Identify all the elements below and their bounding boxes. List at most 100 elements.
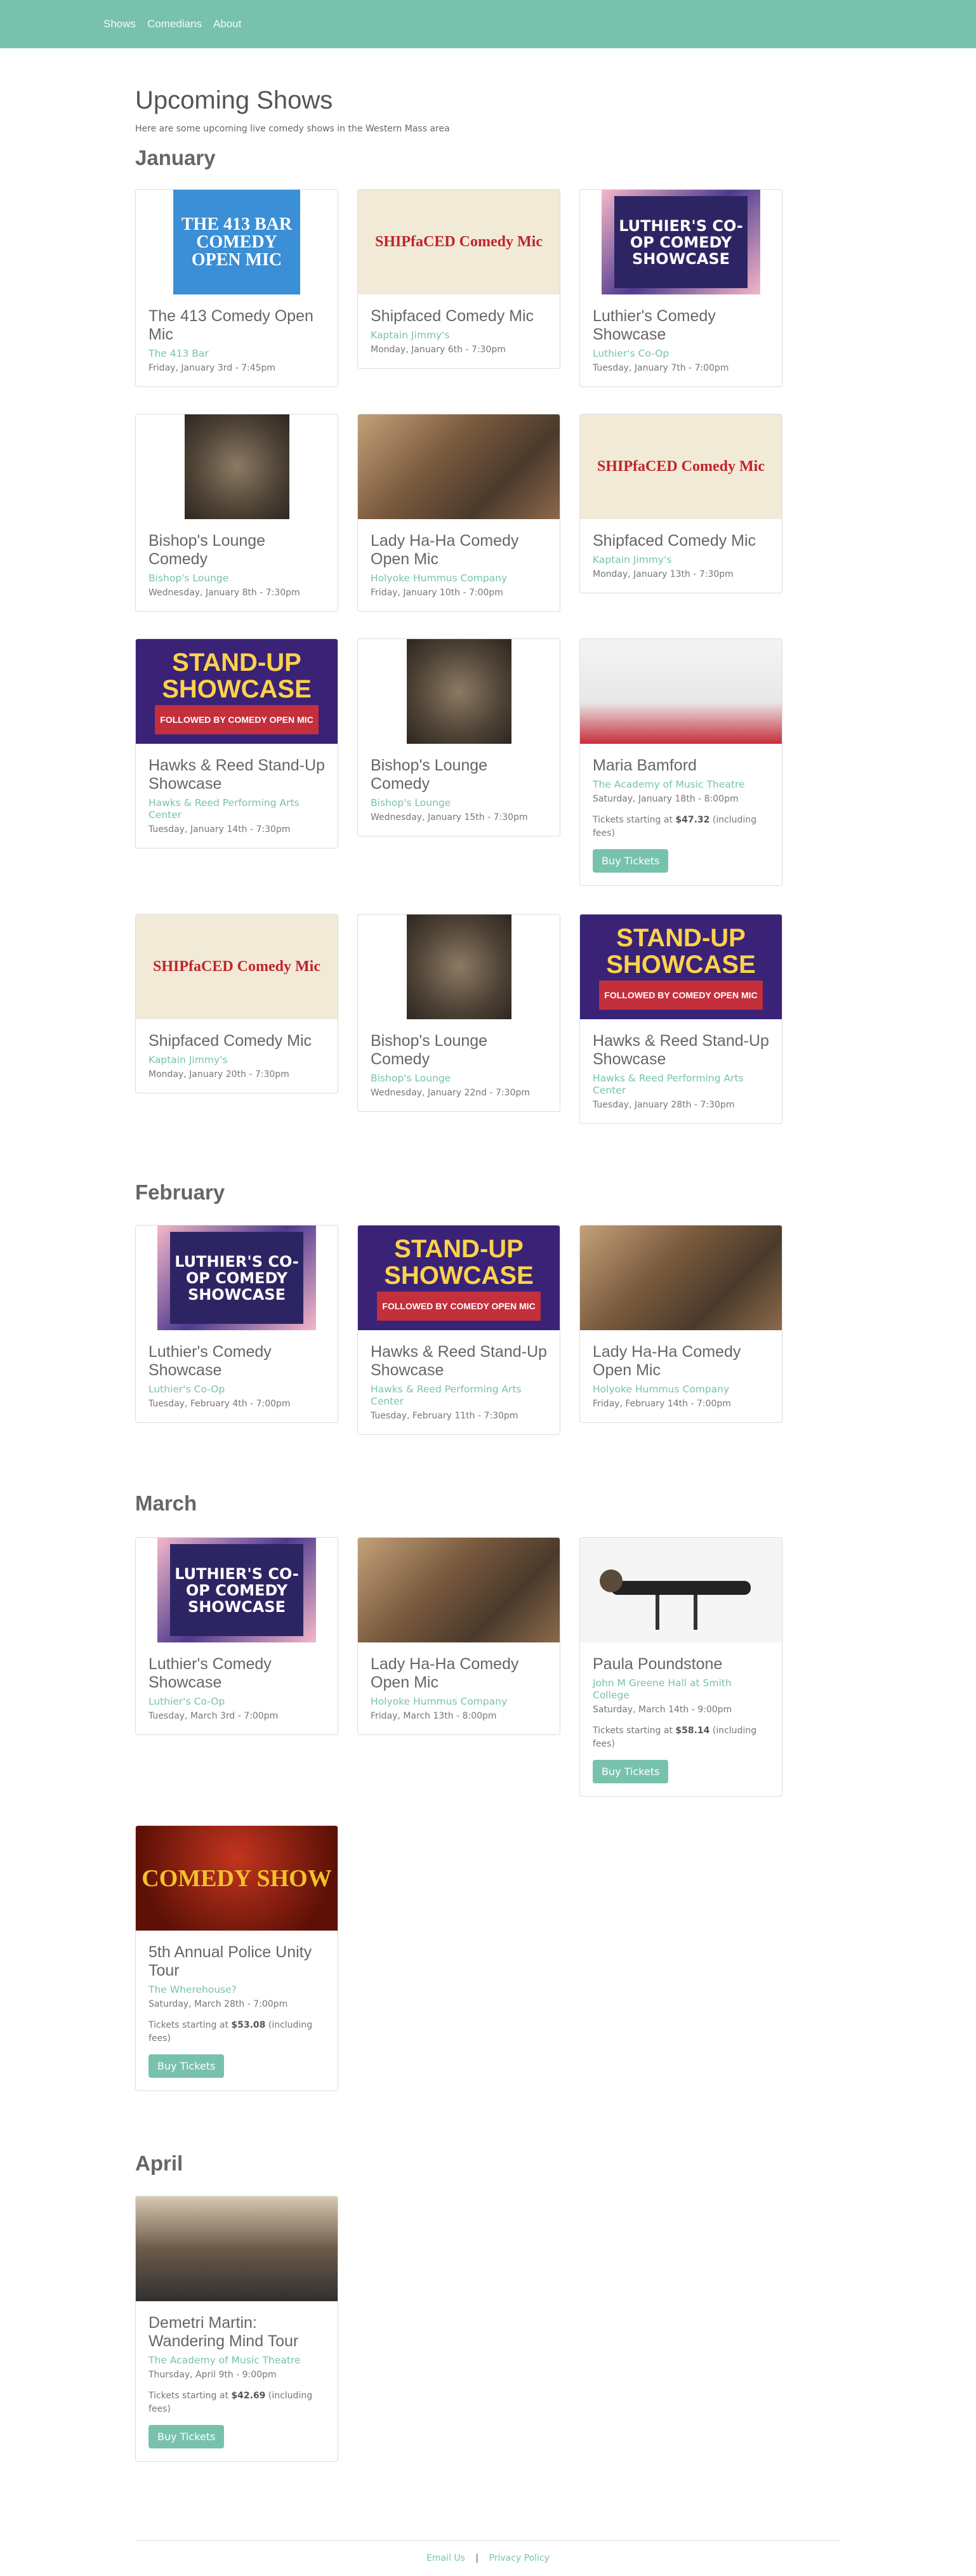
show-card: Lady Ha-Ha Comedy Open Mic Holyoke Hummu… (357, 1537, 560, 1735)
show-title[interactable]: The 413 Comedy Open Mic (148, 307, 325, 344)
show-title[interactable]: Hawks & Reed Stand-Up Showcase (371, 1343, 547, 1380)
show-venue-link[interactable]: Hawks & Reed Performing Arts Center (148, 797, 325, 821)
show-title[interactable]: Demetri Martin: Wandering Mind Tour (148, 2314, 325, 2351)
poster-image (358, 414, 560, 519)
show-poster[interactable]: LUTHIER'S CO-OP COMEDY SHOWCASE (136, 1538, 338, 1642)
poster-text: STAND-UP SHOWCASE (162, 648, 312, 703)
show-title[interactable]: Shipfaced Comedy Mic (593, 532, 769, 550)
buy-tickets-button[interactable]: Buy Tickets (148, 2054, 225, 2078)
show-title[interactable]: Luthier's Comedy Showcase (148, 1343, 325, 1380)
poster-image: LUTHIER'S CO-OP COMEDY SHOWCASE (602, 190, 760, 294)
show-poster[interactable]: SHIPfaCED Comedy Mic (580, 414, 782, 519)
show-title[interactable]: Lady Ha-Ha Comedy Open Mic (371, 1655, 547, 1692)
show-venue-link[interactable]: Holyoke Hummus Company (593, 1384, 769, 1396)
buy-tickets-button[interactable]: Buy Tickets (593, 1760, 669, 1783)
show-venue-link[interactable]: Kaptain Jimmy's (371, 329, 547, 341)
show-poster[interactable] (358, 639, 560, 744)
poster-image (406, 915, 511, 1019)
buy-tickets-button[interactable]: Buy Tickets (593, 849, 669, 873)
show-date: Tuesday, January 28th - 7:30pm (593, 1100, 735, 1110)
show-poster[interactable] (580, 1538, 782, 1642)
show-title[interactable]: Bishop's Lounge Comedy (371, 756, 547, 793)
show-card: LUTHIER'S CO-OP COMEDY SHOWCASE Luthier'… (579, 189, 782, 387)
show-card: STAND-UP SHOWCASE FOLLOWED BY COMEDY OPE… (135, 638, 338, 849)
show-poster[interactable]: STAND-UP SHOWCASE FOLLOWED BY COMEDY OPE… (136, 639, 338, 744)
show-date: Friday, February 14th - 7:00pm (593, 1399, 731, 1409)
show-poster[interactable] (358, 414, 560, 519)
show-date: Tuesday, January 14th - 7:30pm (148, 824, 291, 835)
show-date: Wednesday, January 15th - 7:30pm (371, 812, 528, 822)
poster-image: LUTHIER'S CO-OP COMEDY SHOWCASE (157, 1225, 316, 1330)
show-poster[interactable] (136, 414, 338, 519)
show-poster[interactable]: SHIPfaCED Comedy Mic (136, 915, 338, 1019)
show-venue-link[interactable]: Hawks & Reed Performing Arts Center (371, 1384, 547, 1408)
poster-text: LUTHIER'S CO-OP COMEDY SHOWCASE (175, 1252, 299, 1304)
show-venue-link[interactable]: The Wherehouse? (148, 1984, 325, 1996)
show-title[interactable]: Luthier's Comedy Showcase (593, 307, 769, 344)
show-title[interactable]: Shipfaced Comedy Mic (371, 307, 547, 326)
show-venue-link[interactable]: The Academy of Music Theatre (593, 779, 769, 791)
footer-separator: | (475, 2553, 479, 2563)
show-venue-link[interactable]: John M Greene Hall at Smith College (593, 1677, 769, 1701)
poster-image: COMEDY SHOW (136, 1826, 338, 1931)
show-poster[interactable] (358, 1538, 560, 1642)
poster-image (580, 1225, 782, 1330)
show-poster[interactable]: THE 413 BAR COMEDY OPEN MIC (136, 190, 338, 294)
nav-comedians-link[interactable]: Comedians (147, 18, 202, 30)
show-poster[interactable]: SHIPfaCED Comedy Mic (358, 190, 560, 294)
show-title[interactable]: Paula Poundstone (593, 1655, 769, 1674)
email-us-link[interactable]: Email Us (426, 2553, 465, 2563)
show-card: Demetri Martin: Wandering Mind Tour The … (135, 2196, 338, 2462)
show-poster[interactable] (580, 1225, 782, 1330)
show-title[interactable]: Lady Ha-Ha Comedy Open Mic (593, 1343, 769, 1380)
show-card: SHIPfaCED Comedy Mic Shipfaced Comedy Mi… (135, 914, 338, 1093)
show-venue-link[interactable]: The 413 Bar (148, 348, 325, 360)
nav-about-link[interactable]: About (213, 18, 241, 30)
show-title[interactable]: Hawks & Reed Stand-Up Showcase (148, 756, 325, 793)
show-title[interactable]: Maria Bamford (593, 756, 769, 775)
show-venue-link[interactable]: Luthier's Co-Op (593, 348, 769, 360)
buy-tickets-button[interactable]: Buy Tickets (148, 2425, 225, 2448)
page-subtitle: Here are some upcoming live comedy shows… (135, 124, 450, 134)
nav-shows-link[interactable]: Shows (103, 18, 136, 30)
show-date: Tuesday, February 11th - 7:30pm (371, 1411, 518, 1421)
show-title[interactable]: Shipfaced Comedy Mic (148, 1032, 325, 1050)
show-venue-link[interactable]: The Academy of Music Theatre (148, 2355, 325, 2367)
show-card: Paula Poundstone John M Greene Hall at S… (579, 1537, 782, 1797)
poster-image: STAND-UP SHOWCASE FOLLOWED BY COMEDY OPE… (136, 639, 338, 744)
show-title[interactable]: Bishop's Lounge Comedy (371, 1032, 547, 1069)
show-card: Bishop's Lounge Comedy Bishop's Lounge W… (135, 414, 338, 612)
show-poster[interactable] (580, 639, 782, 744)
show-title[interactable]: Lady Ha-Ha Comedy Open Mic (371, 532, 547, 569)
show-date: Saturday, March 28th - 7:00pm (148, 1999, 288, 2009)
show-date: Tuesday, February 4th - 7:00pm (148, 1399, 291, 1409)
show-venue-link[interactable]: Kaptain Jimmy's (593, 554, 769, 566)
show-venue-link[interactable]: Bishop's Lounge (148, 572, 325, 585)
privacy-policy-link[interactable]: Privacy Policy (489, 2553, 550, 2563)
show-poster[interactable]: STAND-UP SHOWCASE FOLLOWED BY COMEDY OPE… (358, 1225, 560, 1330)
poster-text: SHIPfaCED Comedy Mic (153, 958, 320, 975)
show-venue-link[interactable]: Luthier's Co-Op (148, 1696, 325, 1708)
show-card: Lady Ha-Ha Comedy Open Mic Holyoke Hummu… (579, 1225, 782, 1423)
show-venue-link[interactable]: Hawks & Reed Performing Arts Center (593, 1073, 769, 1097)
show-title[interactable]: 5th Annual Police Unity Tour (148, 1943, 325, 1980)
show-poster[interactable]: LUTHIER'S CO-OP COMEDY SHOWCASE (580, 190, 782, 294)
show-venue-link[interactable]: Holyoke Hummus Company (371, 1696, 547, 1708)
show-title[interactable]: Hawks & Reed Stand-Up Showcase (593, 1032, 769, 1069)
show-poster[interactable]: COMEDY SHOW (136, 1826, 338, 1931)
show-venue-link[interactable]: Holyoke Hummus Company (371, 572, 547, 585)
show-poster[interactable]: STAND-UP SHOWCASE FOLLOWED BY COMEDY OPE… (580, 915, 782, 1019)
poster-subtext: FOLLOWED BY COMEDY OPEN MIC (155, 704, 319, 734)
poster-image: SHIPfaCED Comedy Mic (136, 915, 338, 1019)
show-poster[interactable] (136, 2196, 338, 2301)
show-venue-link[interactable]: Kaptain Jimmy's (148, 1054, 325, 1066)
show-title[interactable]: Luthier's Comedy Showcase (148, 1655, 325, 1692)
show-title[interactable]: Bishop's Lounge Comedy (148, 532, 325, 569)
show-date: Friday, January 3rd - 7:45pm (148, 363, 276, 373)
show-poster[interactable] (358, 915, 560, 1019)
show-card: LUTHIER'S CO-OP COMEDY SHOWCASE Luthier'… (135, 1225, 338, 1423)
show-venue-link[interactable]: Bishop's Lounge (371, 1073, 547, 1085)
show-venue-link[interactable]: Bishop's Lounge (371, 797, 547, 809)
show-venue-link[interactable]: Luthier's Co-Op (148, 1384, 325, 1396)
show-poster[interactable]: LUTHIER'S CO-OP COMEDY SHOWCASE (136, 1225, 338, 1330)
